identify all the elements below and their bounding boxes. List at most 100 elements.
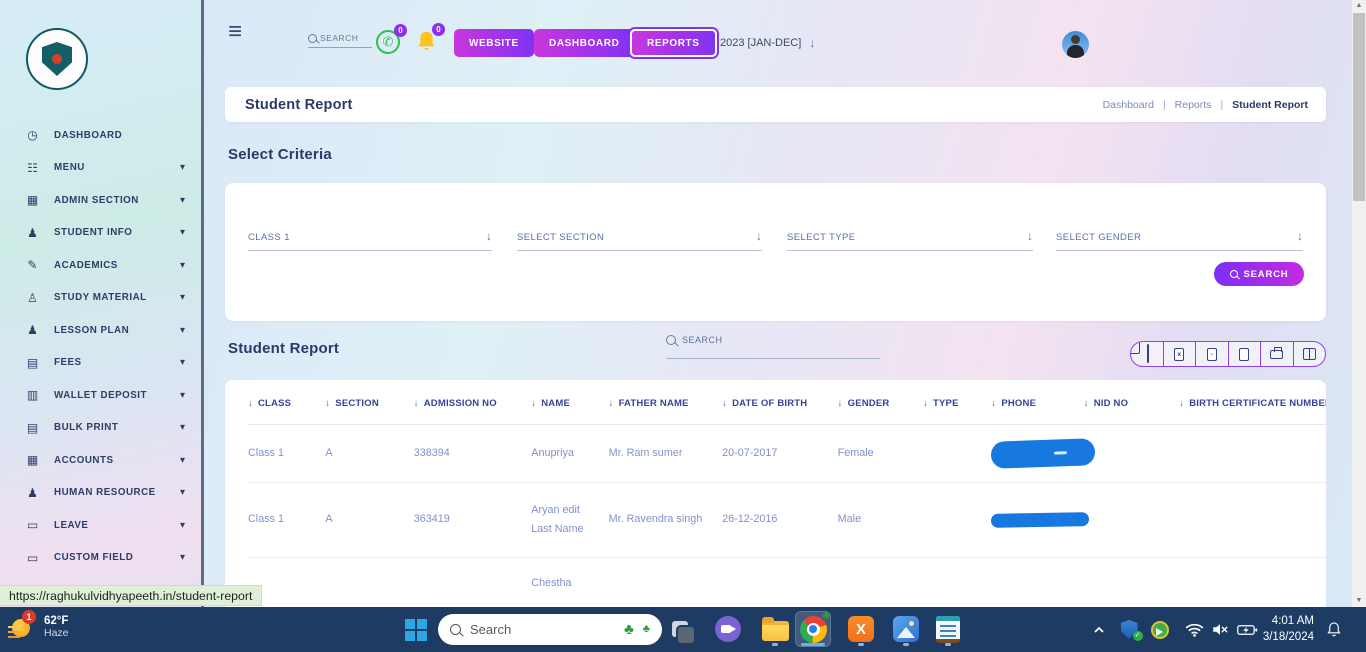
weather-widget[interactable]: 1 62°F Haze (8, 613, 69, 641)
taskbar-chrome-icon[interactable]: ♣ (795, 611, 831, 647)
taskbar-chat-icon[interactable] (710, 611, 746, 647)
table-row[interactable]: Class 1 A 338394 Anupriya Mr. Ram sumer … (248, 425, 1326, 483)
lesson-plan-icon: ♟ (24, 323, 41, 337)
whatsapp-button[interactable]: 0 (376, 30, 400, 54)
table-row[interactable]: Class 1 A 363419 Aryan edit Last Name Mr… (248, 483, 1326, 558)
sidebar-item-wallet-deposit[interactable]: ▥WALLET DEPOSIT▾ (0, 379, 201, 412)
print-button[interactable] (1260, 342, 1293, 366)
taskbar-file-explorer-icon[interactable] (757, 611, 793, 647)
column-visibility-button[interactable] (1293, 342, 1326, 366)
sidebar-item-bulk-print[interactable]: ▤BULK PRINT▾ (0, 412, 201, 445)
export-excel-button[interactable]: x (1163, 342, 1196, 366)
taskbar-clock[interactable]: 4:01 AM 3/18/2024 (1263, 607, 1314, 652)
cell-phone (991, 483, 1083, 558)
sidebar-item-admin-section[interactable]: ▦ADMIN SECTION▾ (0, 184, 201, 217)
windows-security-icon (1121, 620, 1140, 639)
cell-admission-no (414, 557, 532, 607)
scroll-up-arrow[interactable]: ▲ (1352, 0, 1366, 12)
breadcrumb-reports[interactable]: Reports (1175, 99, 1212, 111)
tray-notifications-button[interactable] (1322, 607, 1346, 652)
student-report-heading: Student Report (228, 340, 339, 357)
col-gender[interactable]: GENDER (838, 380, 923, 425)
dropdown-arrow-icon: ↓ (1297, 229, 1303, 243)
gender-select-value: SELECT GENDER (1056, 232, 1141, 243)
sidebar-item-dashboard[interactable]: ◷DASHBOARD (0, 119, 201, 152)
reports-button[interactable]: REPORTS (630, 29, 717, 57)
export-pdf-button[interactable] (1228, 342, 1261, 366)
sidebar-item-label: BULK PRINT (54, 422, 180, 433)
vertical-scrollbar[interactable]: ▲ ▼ (1352, 0, 1366, 607)
scrollbar-thumb[interactable] (1353, 13, 1365, 201)
clock-time: 4:01 AM (1263, 614, 1314, 630)
col-admission-no[interactable]: ADMISSION NO (414, 380, 532, 425)
cell-section: A (325, 425, 413, 483)
weather-temp: 62°F (44, 615, 69, 627)
class-select[interactable]: CLASS 1 ↓ (248, 229, 492, 251)
tray-battery-button[interactable] (1234, 607, 1260, 652)
tray-wifi-button[interactable] (1182, 607, 1206, 652)
gender-select[interactable]: SELECT GENDER ↓ (1056, 229, 1303, 251)
sidebar-item-lesson-plan[interactable]: ♟LESSON PLAN▾ (0, 314, 201, 347)
student-report-table: CLASS SECTION ADMISSION NO NAME FATHER N… (248, 380, 1326, 607)
sidebar-item-accounts[interactable]: ▦ACCOUNTS▾ (0, 444, 201, 477)
report-search[interactable] (666, 335, 880, 359)
type-select[interactable]: SELECT TYPE ↓ (787, 229, 1033, 251)
criteria-search-button[interactable]: SEARCH (1214, 262, 1304, 286)
breadcrumb-dashboard[interactable]: Dashboard (1103, 99, 1154, 111)
dashboard-button[interactable]: DASHBOARD (534, 29, 634, 57)
col-type[interactable]: TYPE (923, 380, 991, 425)
user-avatar[interactable] (1062, 31, 1089, 58)
sidebar-item-menu[interactable]: ☷MENU▾ (0, 152, 201, 185)
col-father-name[interactable]: FATHER NAME (609, 380, 723, 425)
pdf-file-icon (1239, 348, 1249, 361)
taskbar-xampp-icon[interactable]: X (843, 611, 879, 647)
taskbar-photos-icon[interactable] (888, 611, 924, 647)
col-phone[interactable]: PHONE (991, 380, 1083, 425)
website-button[interactable]: WEBSITE (454, 29, 534, 57)
notifications-button[interactable]: 0 (416, 29, 438, 53)
breadcrumb-separator: | (1220, 99, 1223, 111)
col-name[interactable]: NAME (531, 380, 608, 425)
taskbar-notepad-icon[interactable] (930, 611, 966, 647)
col-section[interactable]: SECTION (325, 380, 413, 425)
sidebar-item-academics[interactable]: ✎ACADEMICS▾ (0, 249, 201, 282)
topbar-search-input[interactable] (320, 33, 368, 43)
tray-expand-button[interactable] (1090, 607, 1108, 652)
cell-gender: Female (838, 425, 923, 483)
tray-volume-button[interactable] (1208, 607, 1232, 652)
tray-security-icon[interactable] (1119, 607, 1141, 652)
sidebar-item-human-resource[interactable]: ♟HUMAN RESOURCE▾ (0, 477, 201, 510)
hamburger-icon[interactable]: ≡ (228, 20, 242, 44)
section-select[interactable]: SELECT SECTION ↓ (517, 229, 762, 251)
sidebar-item-leave[interactable]: ▭LEAVE▾ (0, 509, 201, 542)
col-birth-certificate[interactable]: BIRTH CERTIFICATE NUMBER (1179, 380, 1326, 425)
scroll-down-arrow[interactable]: ▼ (1352, 595, 1366, 607)
report-search-input[interactable] (682, 335, 852, 345)
taskbar-search[interactable]: Search ♣ ♣ (438, 614, 662, 645)
col-class[interactable]: CLASS (248, 380, 325, 425)
dropdown-arrow-icon: ↓ (756, 229, 762, 243)
table-row[interactable]: Chestha (248, 557, 1326, 607)
sort-icon (325, 398, 335, 409)
tray-idm-icon[interactable] (1149, 607, 1171, 652)
csv-file-icon: - (1207, 348, 1217, 361)
col-nid-no[interactable]: NID NO (1084, 380, 1179, 425)
sidebar-item-study-material[interactable]: ♙STUDY MATERIAL▾ (0, 282, 201, 315)
col-date-of-birth[interactable]: DATE OF BIRTH (722, 380, 838, 425)
session-dropdown[interactable]: 2023 [JAN-DEC] ↓ (720, 36, 815, 50)
cell-father-name: Mr. Ram sumer (609, 425, 723, 483)
class-select-value: CLASS 1 (248, 232, 290, 243)
chevron-down-icon: ▾ (180, 227, 185, 238)
taskbar-task-view-icon[interactable] (662, 611, 698, 647)
phone-redaction-scribble (991, 438, 1096, 469)
dropdown-arrow-icon: ↓ (1027, 229, 1033, 243)
sidebar-item-fees[interactable]: ▤FEES▾ (0, 347, 201, 380)
sidebar-item-student-info[interactable]: ♟STUDENT INFO▾ (0, 217, 201, 250)
sidebar-item-label: ACCOUNTS (54, 455, 180, 466)
export-csv-button[interactable]: - (1195, 342, 1228, 366)
start-button[interactable] (405, 619, 426, 640)
topbar-search[interactable] (308, 33, 372, 48)
sidebar-item-custom-field[interactable]: ▭CUSTOM FIELD▾ (0, 542, 201, 575)
screen: ◷DASHBOARD ☷MENU▾ ▦ADMIN SECTION▾ ♟STUDE… (0, 0, 1366, 652)
copy-button[interactable] (1131, 342, 1163, 366)
